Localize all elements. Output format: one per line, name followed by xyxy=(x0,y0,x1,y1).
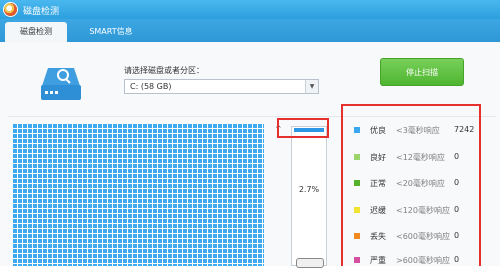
legend-name: 优良 xyxy=(370,126,386,135)
legend-name: 丢失 xyxy=(370,232,386,241)
legend-count: 0 xyxy=(454,205,460,214)
legend-swatch xyxy=(354,207,360,213)
tab-bar: 磁盘检测 SMART信息 xyxy=(0,19,500,42)
app-logo-icon xyxy=(4,3,17,16)
legend-range: <12毫秒响应 xyxy=(396,153,445,162)
legend-count: 0 xyxy=(454,178,460,187)
legend-row-lost: 丢失 <600毫秒响应 0 xyxy=(350,230,480,244)
progress-percent: 2.7% xyxy=(298,185,320,194)
stop-scan-button[interactable]: 停止扫描 xyxy=(380,58,464,86)
legend-range: <120毫秒响应 xyxy=(396,206,450,215)
legend-swatch xyxy=(354,127,360,133)
title-bar: 磁盘检测 xyxy=(0,0,500,19)
legend-range: <20毫秒响应 xyxy=(396,179,445,188)
window-title: 磁盘检测 xyxy=(23,7,60,17)
legend-count: 0 xyxy=(454,255,460,264)
progress-gauge: 2.7% xyxy=(291,126,327,266)
highlight-box-gauge xyxy=(277,118,329,138)
scroll-down-icon[interactable] xyxy=(296,258,324,268)
chevron-down-icon[interactable]: ▼ xyxy=(305,80,318,93)
legend-swatch xyxy=(354,233,360,239)
tab-disk-check[interactable]: 磁盘检测 xyxy=(5,22,67,42)
legend-swatch xyxy=(354,257,360,263)
legend-row-good: 良好 <12毫秒响应 0 xyxy=(350,151,480,165)
legend-range: <3毫秒响应 xyxy=(396,126,440,135)
legend-name: 良好 xyxy=(370,153,386,162)
hard-disk-icon xyxy=(41,68,81,100)
legend-name: 严重 xyxy=(370,256,386,265)
legend-count: 0 xyxy=(454,231,460,240)
disk-select-prompt: 请选择磁盘或者分区： xyxy=(124,66,204,75)
legend-row-normal: 正常 <20毫秒响应 0 xyxy=(350,177,480,191)
legend-range: <600毫秒响应 xyxy=(396,232,450,241)
legend-row-excellent: 优良 <3毫秒响应 7242 xyxy=(350,124,480,138)
legend-name: 迟缓 xyxy=(370,206,386,215)
legend-row-slow: 迟缓 <120毫秒响应 0 xyxy=(350,204,480,218)
sector-block-grid xyxy=(13,124,264,266)
legend-name: 正常 xyxy=(370,179,386,188)
disk-select-value: C: (58 GB) xyxy=(130,82,172,91)
tab-smart-info[interactable]: SMART信息 xyxy=(76,22,146,42)
legend-count: 7242 xyxy=(454,125,475,134)
disk-select[interactable]: C: (58 GB) ▼ xyxy=(124,79,319,94)
legend-count: 0 xyxy=(454,152,460,161)
legend-swatch xyxy=(354,154,360,160)
legend-swatch xyxy=(354,180,360,186)
legend-range: >600毫秒响应 xyxy=(396,256,450,265)
